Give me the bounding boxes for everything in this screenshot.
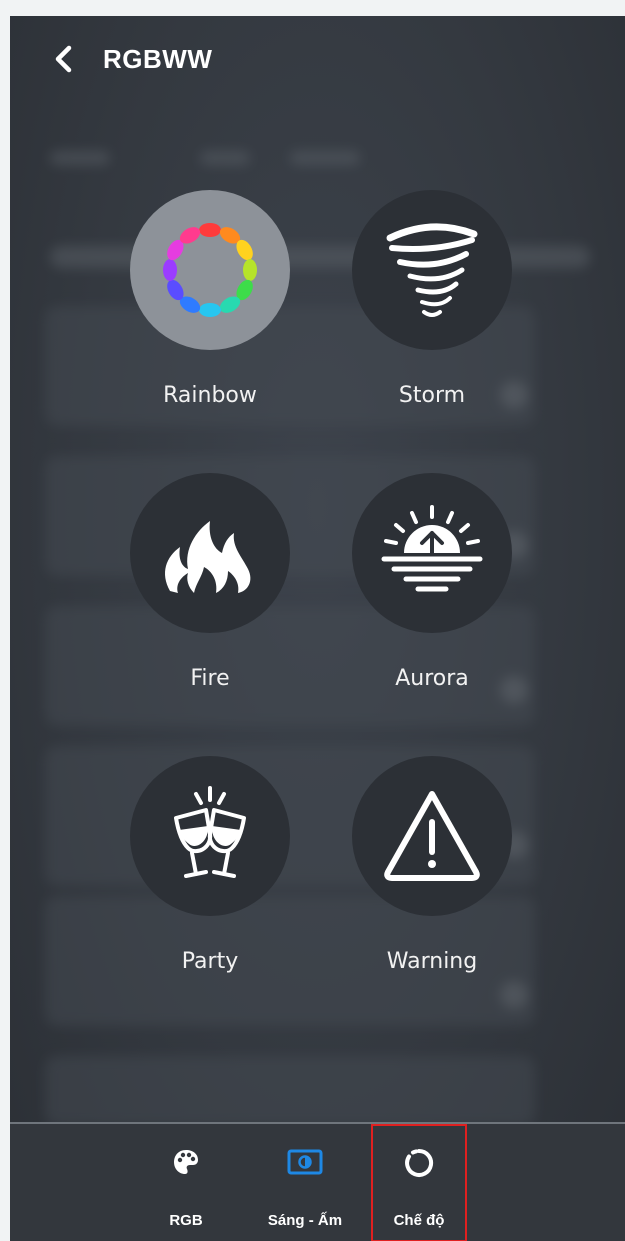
effect-party[interactable]: Party [90,756,330,974]
effect-label: Aurora [395,666,469,691]
brightness-icon [287,1148,323,1180]
back-button[interactable] [50,43,78,75]
chevron-left-icon [55,45,72,73]
effect-icon-circle [352,473,512,633]
effect-label: Rainbow [163,383,257,408]
wine-glasses-toast-icon [174,786,246,878]
effect-rainbow[interactable]: Rainbow [90,190,330,408]
bottom-tab-bar: RGB Sáng - Ấm Chế độ [10,1122,625,1241]
effect-warning[interactable]: Warning [312,756,552,974]
tab-label: RGB [169,1212,203,1229]
effect-storm[interactable]: Storm [312,190,552,408]
tab-che-do[interactable]: Chế độ [371,1124,467,1241]
mode-ring-icon [404,1148,434,1182]
tab-rgb[interactable]: RGB [155,1124,217,1241]
effect-label: Fire [190,666,230,691]
rainbow-ring-icon [163,223,257,317]
palette-icon [172,1148,200,1180]
app-panel: RGBWW Rainbow Storm Fire Aurora Party Wa… [10,16,625,1241]
effect-label: Warning [386,949,478,974]
rainbow-dot [199,223,221,237]
tab-sang-am[interactable]: Sáng - Ấm [250,1124,360,1241]
warning-triangle-icon [384,791,480,881]
header: RGBWW [10,16,625,106]
effect-aurora[interactable]: Aurora [312,473,552,691]
effect-label: Party [181,949,239,974]
rainbow-dot [163,259,177,281]
effect-icon-circle [352,190,512,350]
rainbow-dot [243,259,257,281]
flame-icon [165,521,251,593]
tab-label: Sáng - Ấm [267,1212,343,1229]
effect-icon-circle [130,473,290,633]
effect-icon-circle [130,190,290,350]
tab-label: Chế độ [393,1212,445,1229]
page-title: RGBWW [103,44,213,74]
effect-icon-circle [130,756,290,916]
tornado-icon [386,223,478,317]
rainbow-dot [199,303,221,317]
effect-fire[interactable]: Fire [90,473,330,691]
effect-icon-circle [352,756,512,916]
sunrise-icon [381,505,483,592]
effect-label: Storm [398,383,466,408]
